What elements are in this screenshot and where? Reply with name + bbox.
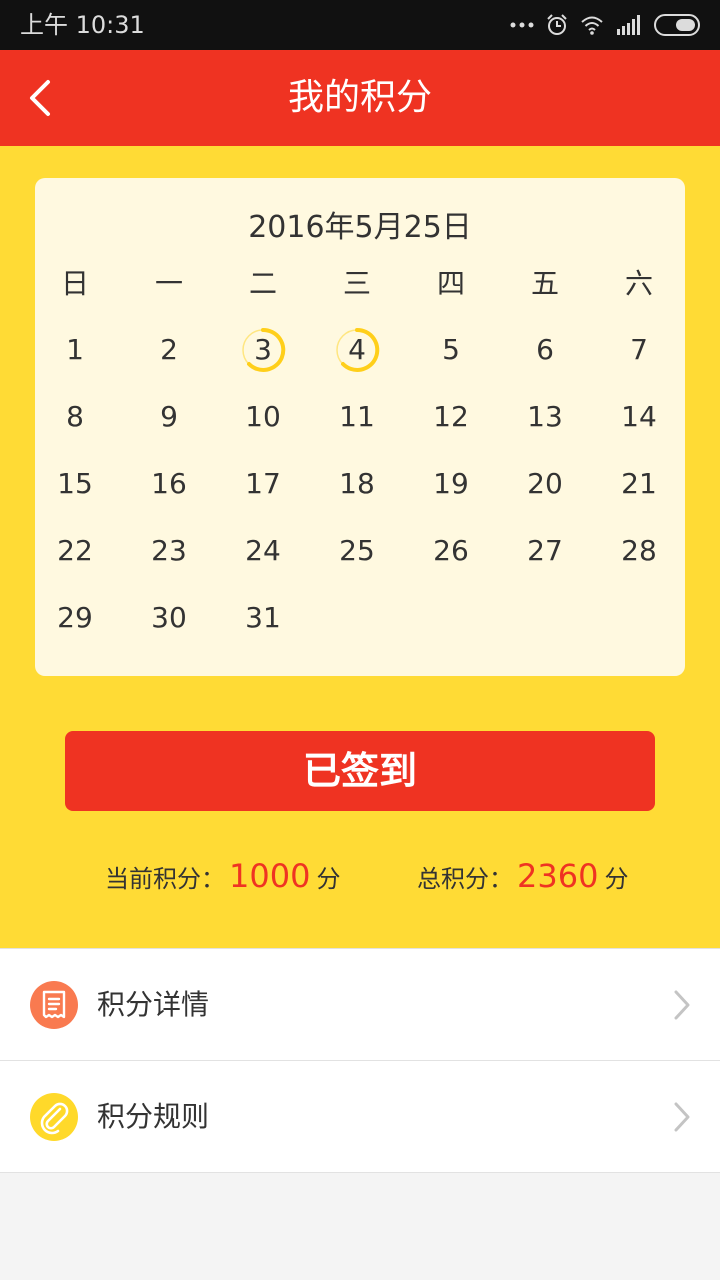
- calendar-day[interactable]: 28: [599, 526, 679, 576]
- calendar-day[interactable]: 31: [223, 593, 303, 643]
- checkin-section: 2016年5月25日 日 一 二 三 四 五 六 1 2 3 4 5 6 7 8 9 10 11 12…: [0, 146, 720, 948]
- calendar-day-signed[interactable]: 4: [317, 325, 397, 375]
- current-points-unit: 分: [316, 865, 341, 893]
- menu-item-label: 积分规则: [97, 1100, 210, 1133]
- calendar-day[interactable]: 1: [35, 325, 115, 375]
- chevron-left-icon: [30, 80, 50, 116]
- paperclip-icon: [30, 1093, 78, 1141]
- points-menu: 积分详情 积分规则: [0, 948, 720, 1173]
- signal-icon: [617, 15, 640, 35]
- wifi-icon: [581, 16, 603, 35]
- calendar-day-number: 20: [527, 467, 563, 500]
- calendar-day-number: 26: [433, 534, 469, 567]
- calendar-day[interactable]: 9: [129, 392, 209, 442]
- calendar-day[interactable]: 13: [505, 392, 585, 442]
- calendar-day[interactable]: 15: [35, 459, 115, 509]
- total-points-label: 总积分：: [417, 865, 513, 893]
- calendar-day-number: 25: [339, 534, 375, 567]
- calendar-day-number: 12: [433, 400, 469, 433]
- calendar-day-number: 6: [536, 333, 554, 366]
- calendar-day[interactable]: 23: [129, 526, 209, 576]
- calendar-day[interactable]: 26: [411, 526, 491, 576]
- calendar-day-number: 2: [160, 333, 178, 366]
- calendar-day[interactable]: 17: [223, 459, 303, 509]
- calendar-day[interactable]: 21: [599, 459, 679, 509]
- calendar-day[interactable]: 14: [599, 392, 679, 442]
- calendar-day[interactable]: 5: [411, 325, 491, 375]
- calendar-day[interactable]: 6: [505, 325, 585, 375]
- receipt-icon: [30, 981, 78, 1029]
- calendar-day-number: 9: [160, 400, 178, 433]
- calendar-day[interactable]: 29: [35, 593, 115, 643]
- calendar-day[interactable]: 30: [129, 593, 209, 643]
- total-points-unit: 分: [604, 865, 629, 893]
- calendar-day-number: 3: [254, 333, 272, 366]
- calendar-day-number: 18: [339, 467, 375, 500]
- calendar-day-signed[interactable]: 3: [223, 325, 303, 375]
- calendar-day-number: 24: [245, 534, 281, 567]
- calendar-day-number: 27: [527, 534, 563, 567]
- calendar-day-number: 29: [57, 601, 93, 634]
- calendar-day[interactable]: 16: [129, 459, 209, 509]
- current-points-value: 1000: [229, 857, 311, 895]
- calendar-day-number: 1: [66, 333, 84, 366]
- calendar-day-number: 15: [57, 467, 93, 500]
- back-button[interactable]: [22, 78, 62, 118]
- calendar-day-number: 10: [245, 400, 281, 433]
- calendar-day-number: 22: [57, 534, 93, 567]
- calendar-day-number: 17: [245, 467, 281, 500]
- status-bar: 上午 10:31: [0, 0, 720, 50]
- calendar-day[interactable]: 27: [505, 526, 585, 576]
- calendar-day-number: 13: [527, 400, 563, 433]
- calendar-day-number: 14: [621, 400, 657, 433]
- status-time: 上午 10:31: [20, 11, 145, 39]
- calendar-day[interactable]: 7: [599, 325, 679, 375]
- more-icon: [510, 22, 534, 28]
- calendar-day-number: 19: [433, 467, 469, 500]
- chevron-right-icon: [674, 1102, 690, 1132]
- calendar-card: 2016年5月25日 日 一 二 三 四 五 六 1 2 3 4 5 6 7 8 9 10 11 12…: [35, 178, 685, 676]
- calendar-day[interactable]: 22: [35, 526, 115, 576]
- menu-item-points-rules[interactable]: 积分规则: [0, 1061, 720, 1173]
- calendar-day[interactable]: 24: [223, 526, 303, 576]
- calendar-day-number: 5: [442, 333, 460, 366]
- calendar-day[interactable]: 18: [317, 459, 397, 509]
- battery-icon: [654, 14, 700, 36]
- calendar-day[interactable]: 25: [317, 526, 397, 576]
- calendar-days-grid: 1 2 3 4 5 6 7 8 9 10 11 12 13 14 15 16 17 18 19 20 21 22 23 24 2…: [35, 178, 685, 676]
- menu-item-points-detail[interactable]: 积分详情: [0, 949, 720, 1061]
- menu-item-label: 积分详情: [97, 988, 210, 1021]
- calendar-day-number: 30: [151, 601, 187, 634]
- calendar-day-number: 4: [348, 333, 366, 366]
- calendar-day-number: 7: [630, 333, 648, 366]
- alarm-icon: [547, 14, 567, 35]
- points-summary: 当前积分： 1000 分 总积分： 2360 分: [0, 846, 720, 906]
- total-points: 总积分： 2360 分: [417, 846, 628, 906]
- total-points-value: 2360: [517, 857, 599, 895]
- current-points: 当前积分： 1000 分: [105, 846, 340, 906]
- app-header: 我的积分: [0, 50, 720, 146]
- calendar-day-number: 8: [66, 400, 84, 433]
- status-icons: [510, 13, 700, 37]
- calendar-day[interactable]: 19: [411, 459, 491, 509]
- calendar-day-number: 31: [245, 601, 281, 634]
- signin-button[interactable]: 已签到: [65, 731, 655, 811]
- calendar-day[interactable]: 2: [129, 325, 209, 375]
- calendar-day[interactable]: 20: [505, 459, 585, 509]
- current-points-label: 当前积分：: [105, 865, 225, 893]
- calendar-day-number: 21: [621, 467, 657, 500]
- calendar-day-number: 23: [151, 534, 187, 567]
- calendar-day[interactable]: 8: [35, 392, 115, 442]
- chevron-right-icon: [674, 990, 690, 1020]
- calendar-day-number: 11: [339, 400, 375, 433]
- page-title: 我的积分: [287, 77, 432, 118]
- calendar-day-number: 28: [621, 534, 657, 567]
- calendar-day[interactable]: 11: [317, 392, 397, 442]
- calendar-day-number: 16: [151, 467, 187, 500]
- calendar-day[interactable]: 10: [223, 392, 303, 442]
- calendar-day[interactable]: 12: [411, 392, 491, 442]
